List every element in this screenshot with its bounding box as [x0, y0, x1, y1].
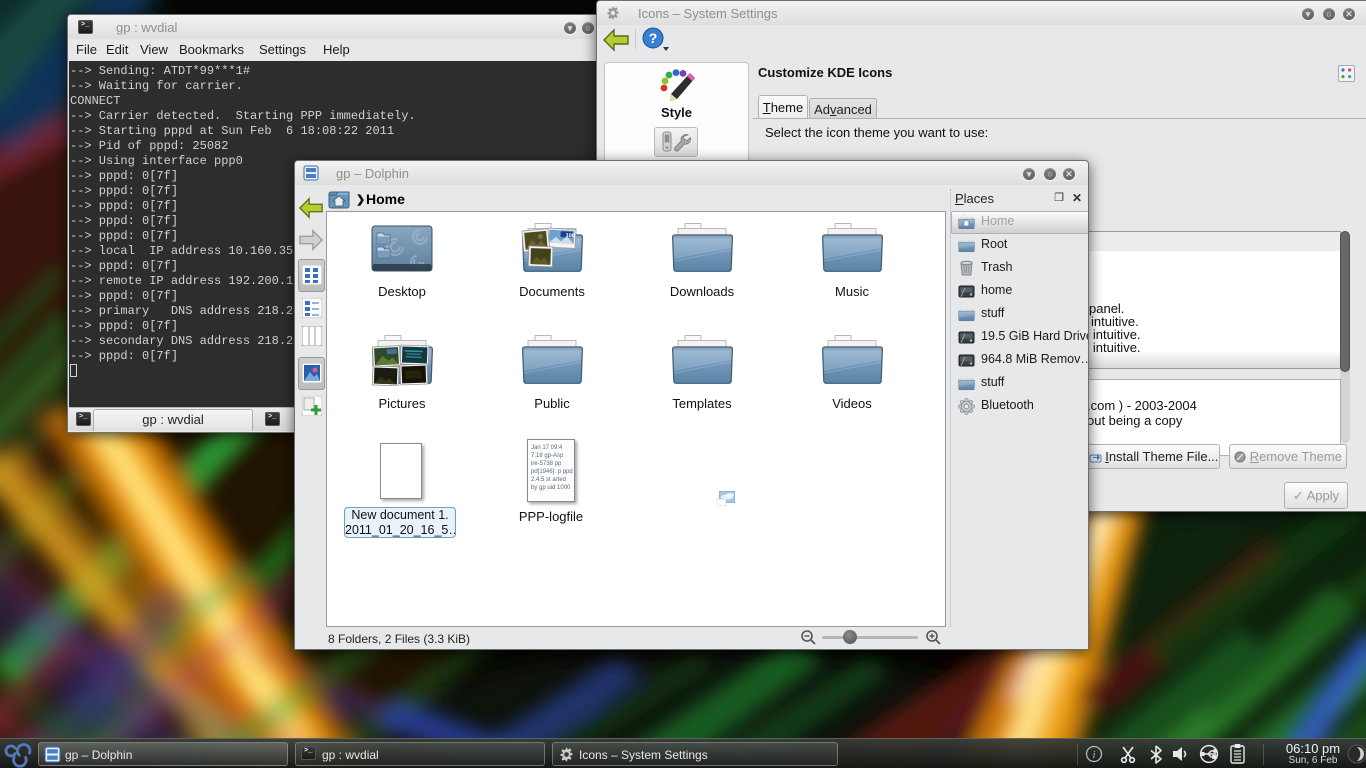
svg-text:i: i [1092, 749, 1095, 761]
svg-text:?: ? [649, 30, 658, 46]
